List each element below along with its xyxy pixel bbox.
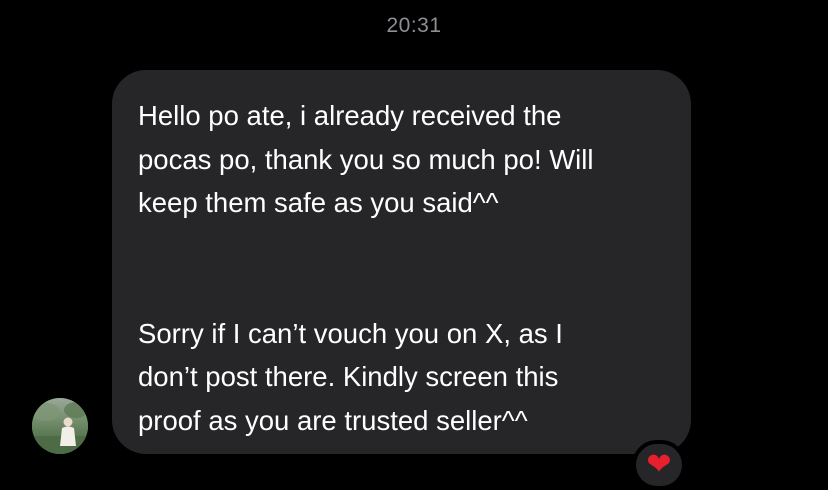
heart-reaction-badge[interactable]: ❤ — [632, 440, 686, 490]
red-heart-icon: ❤ — [646, 447, 672, 482]
message-text-line: Hello po ate, i already received the — [138, 100, 562, 131]
message-text-line: don’t post there. Kindly screen this — [138, 361, 559, 392]
received-message-bubble[interactable]: Hello po ate, i already received the poc… — [112, 70, 691, 454]
message-text-line: pocas po, thank you so much po! Will — [138, 143, 594, 175]
message-text-line: Sorry if I can’t vouch you on X, as I — [138, 317, 563, 349]
message-text-line: proof as you are trusted seller^^ — [138, 404, 528, 436]
sender-avatar[interactable] — [32, 398, 88, 454]
contact-avatar-photo-icon — [32, 398, 88, 454]
message-timestamp: 20:31 — [386, 14, 442, 37]
message-text-line: keep them safe as you said^^ — [138, 187, 499, 218]
